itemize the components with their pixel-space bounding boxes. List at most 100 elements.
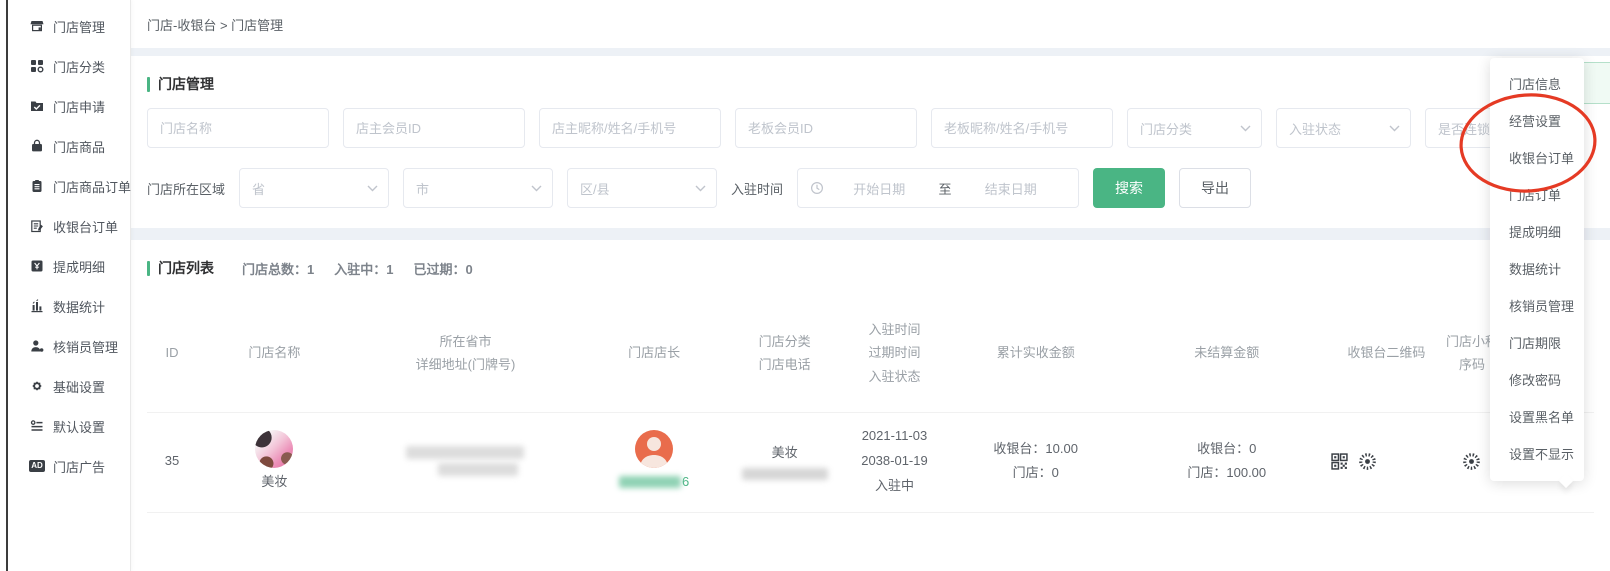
owner-member-id-input[interactable] — [343, 108, 525, 148]
column-received-amount: 累计实收金额 — [949, 341, 1123, 364]
stat-active: 入驻中：1 — [334, 259, 393, 278]
sidebar-label: 门店分类 — [53, 57, 105, 76]
clock-icon — [810, 181, 824, 195]
owner-nickname-input[interactable] — [539, 108, 721, 148]
popup-item-hide[interactable]: 设置不显示 — [1490, 435, 1584, 472]
column-address: 所在省市详细地址(门牌号) — [352, 330, 579, 377]
store-list-panel: 门店列表 门店总数：1 入驻中：1 已过期：0 ID 门店名称 所在省市详细地址… — [131, 240, 1610, 513]
city-select[interactable]: 市 — [403, 168, 553, 208]
column-manager: 门店店长 — [579, 341, 729, 364]
section-accent-bar — [147, 261, 150, 276]
bar-chart-icon — [30, 299, 44, 313]
divider — [131, 48, 1610, 56]
column-store-name: 门店名称 — [197, 341, 352, 364]
sidebar-label: 基础设置 — [53, 377, 105, 396]
column-id: ID — [147, 341, 197, 364]
clipboard-icon — [30, 179, 44, 193]
sidebar-label: 核销员管理 — [53, 337, 118, 356]
start-date-placeholder: 开始日期 — [824, 179, 935, 198]
column-time-status: 入驻时间过期时间入驻状态 — [840, 318, 948, 388]
boss-nickname-input[interactable] — [931, 108, 1113, 148]
cell-manager: 6 — [579, 430, 729, 493]
sidebar-item-statistics[interactable]: 数据统计 — [8, 286, 130, 326]
region-label: 门店所在区域 — [147, 179, 225, 198]
person-icon — [30, 339, 44, 353]
cell-store-name: 美妆 — [197, 430, 352, 493]
manager-name-link[interactable]: 6 — [619, 472, 689, 493]
sidebar-label: 门店广告 — [53, 457, 105, 476]
divider — [131, 228, 1610, 240]
district-select[interactable]: 区/县 — [567, 168, 717, 208]
miniprogram-code-icon[interactable] — [1462, 452, 1481, 471]
chevron-down-icon — [531, 185, 542, 192]
cell-received-amount: 收银台：10.00 门店：0 — [949, 439, 1123, 485]
popup-item-commission-details[interactable]: 提成明细 — [1490, 213, 1584, 250]
row-action-popup-menu: 门店信息 经营设置 收银台订单 门店订单 提成明细 数据统计 核销员管理 门店期… — [1490, 58, 1584, 481]
date-separator: 至 — [935, 179, 956, 198]
sidebar-item-commission-details[interactable]: 提成明细 — [8, 246, 130, 286]
chevron-down-icon — [695, 185, 706, 192]
ad-icon: AD — [30, 459, 44, 473]
receipt-pen-icon — [30, 219, 44, 233]
popup-item-business-settings[interactable]: 经营设置 — [1490, 102, 1584, 139]
stat-expired: 已过期：0 — [413, 259, 472, 278]
popup-item-blacklist[interactable]: 设置黑名单 — [1490, 398, 1584, 435]
sidebar-label: 收银台订单 — [53, 217, 118, 236]
end-date-placeholder: 结束日期 — [956, 179, 1067, 198]
gear-icon — [30, 379, 44, 393]
popup-item-cashier-orders[interactable]: 收银台订单 — [1490, 139, 1584, 176]
boss-member-id-input[interactable] — [735, 108, 917, 148]
sidebar-item-cashier-orders[interactable]: 收银台订单 — [8, 206, 130, 246]
store-avatar — [255, 430, 293, 468]
store-management-panel: 门店管理 门店分类 入驻状态 是否连锁店 — [131, 56, 1610, 208]
sidebar-item-store-products[interactable]: 门店商品 — [8, 126, 130, 166]
main-content: 门店-收银台 > 门店管理 门店管理 门店分类 入驻状态 — [131, 0, 1610, 571]
province-select[interactable]: 省 — [239, 168, 389, 208]
chevron-down-icon — [1240, 125, 1251, 132]
cell-cashier-qrcode — [1331, 452, 1442, 471]
qr-code-icon[interactable] — [1331, 453, 1348, 470]
column-cashier-qrcode: 收银台二维码 — [1331, 341, 1442, 364]
popup-item-store-term[interactable]: 门店期限 — [1490, 324, 1584, 361]
chevron-down-icon — [367, 185, 378, 192]
sidebar-label: 门店商品订单 — [53, 177, 131, 196]
sidebar-label: 门店商品 — [53, 137, 105, 156]
bag-icon — [30, 139, 44, 153]
store-category-select[interactable]: 门店分类 — [1127, 108, 1262, 148]
redacted-manager-name — [619, 476, 681, 488]
miniprogram-code-icon[interactable] — [1358, 452, 1377, 471]
sidebar-item-store-management[interactable]: 门店管理 — [8, 6, 130, 46]
person-silhouette-icon — [635, 430, 673, 468]
sidebar-item-store-application[interactable]: 门店申请 — [8, 86, 130, 126]
popup-item-verifier-management[interactable]: 核销员管理 — [1490, 287, 1584, 324]
sidebar-item-store-category[interactable]: 门店分类 — [8, 46, 130, 86]
sidebar-label: 默认设置 — [53, 417, 105, 436]
list-stats: 门店总数：1 入驻中：1 已过期：0 — [242, 259, 473, 278]
sidebar-label: 提成明细 — [53, 257, 105, 276]
table-header: ID 门店名称 所在省市详细地址(门牌号) 门店店长 门店分类门店电话 入驻时间… — [147, 292, 1594, 412]
section-title: 门店管理 — [158, 74, 214, 94]
popup-item-change-password[interactable]: 修改密码 — [1490, 361, 1584, 398]
money-icon — [30, 259, 44, 273]
stat-total: 门店总数：1 — [242, 259, 314, 278]
cell-category-phone: 美妆 — [729, 443, 840, 480]
sidebar: 门店管理 门店分类 门店申请 门店商品 门店商品订单 收银台订单 提成明细 数 — [8, 0, 131, 571]
store-name-input[interactable] — [147, 108, 329, 148]
popup-item-statistics[interactable]: 数据统计 — [1490, 250, 1584, 287]
date-range-picker[interactable]: 开始日期 至 结束日期 — [797, 168, 1079, 208]
breadcrumb[interactable]: 门店-收银台 > 门店管理 — [131, 0, 1610, 48]
sidebar-item-store-ads[interactable]: AD 门店广告 — [8, 446, 130, 486]
export-button[interactable]: 导出 — [1179, 168, 1251, 208]
sidebar-label: 门店申请 — [53, 97, 105, 116]
redacted-phone — [742, 468, 828, 480]
sidebar-item-verifier-management[interactable]: 核销员管理 — [8, 326, 130, 366]
filter-row-1: 门店分类 入驻状态 是否连锁店 — [147, 108, 1594, 148]
popup-item-store-orders[interactable]: 门店订单 — [1490, 176, 1584, 213]
search-button[interactable]: 搜索 — [1093, 168, 1165, 208]
sidebar-item-basic-settings[interactable]: 基础设置 — [8, 366, 130, 406]
sidebar-item-store-product-orders[interactable]: 门店商品订单 — [8, 166, 130, 206]
popup-item-store-info[interactable]: 门店信息 — [1490, 65, 1584, 102]
status-text: 入驻中 — [875, 476, 914, 497]
sidebar-item-default-settings[interactable]: 默认设置 — [8, 406, 130, 446]
settle-status-select[interactable]: 入驻状态 — [1276, 108, 1411, 148]
